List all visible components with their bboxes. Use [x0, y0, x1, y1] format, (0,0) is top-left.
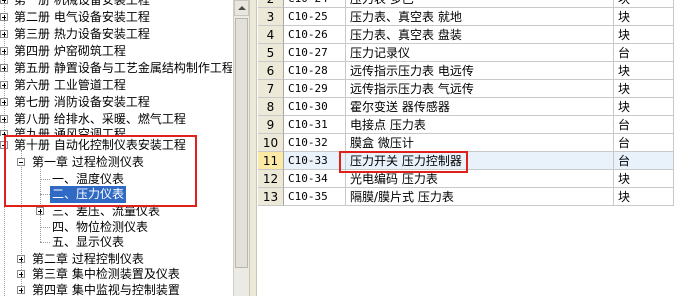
code-cell: C10-35 [284, 188, 346, 206]
quota-table: 2 C10-24 压力表 多巴 块 3 C10-25 压力表、真空表 就地 块 … [258, 0, 674, 296]
tree-item-volume-6[interactable]: 第六册 工业管道工程 [0, 77, 232, 94]
tree-item-volume-4[interactable]: 第四册 炉窑砌筑工程 [0, 43, 232, 60]
tree-item-label: 第三章 集中检测装置及仪表 [32, 267, 180, 281]
table-row[interactable]: 5 C10-27 压力记录仪 台 [258, 44, 674, 62]
table-row[interactable]: 8 C10-30 霍尔变送 器传感器 块 [258, 98, 674, 116]
table-row[interactable]: 10 C10-32 膜盒 微压计 台 [258, 134, 674, 152]
unit-cell: 台 [614, 116, 674, 134]
code-cell: C10-28 [284, 62, 346, 80]
name-cell: 压力表、真空表 盘装 [346, 26, 614, 44]
row-number: 8 [258, 98, 284, 116]
expand-icon[interactable] [0, 98, 8, 106]
tree-item-label: 第五册 静置设备与工艺金属结构制作工程 [14, 61, 232, 75]
tree-connector [40, 227, 50, 228]
unit-cell: 块 [614, 8, 674, 26]
tree-item-label: 第七册 消防设备安装工程 [14, 95, 150, 109]
code-cell: C10-30 [284, 98, 346, 116]
tree-item-chapter-4[interactable]: 第四章 集中监视与控制装置 [0, 282, 232, 296]
expand-icon[interactable] [17, 286, 25, 294]
expand-icon[interactable] [0, 0, 8, 4]
unit-cell: 块 [614, 26, 674, 44]
highlight-annotation-box [339, 151, 468, 173]
row-number: 13 [258, 188, 284, 206]
tree-item-label: 第四章 集中监视与控制装置 [32, 283, 180, 296]
unit-cell: 块 [614, 98, 674, 116]
row-number: 2 [258, 0, 284, 8]
code-cell: C10-26 [284, 26, 346, 44]
code-cell: C10-27 [284, 44, 346, 62]
name-cell: 远传指示压力表 电远传 [346, 62, 614, 80]
unit-cell: 块 [614, 170, 674, 188]
highlight-annotation-box [4, 135, 197, 207]
tree-item-volume-3[interactable]: 第三册 热力设备安装工程 [0, 26, 232, 43]
expand-icon[interactable] [0, 64, 8, 72]
table-row[interactable]: 13 C10-35 隔膜/膜片式 压力表 块 [258, 188, 674, 206]
name-cell: 压力表 多巴 [346, 0, 614, 8]
scroll-thumb[interactable] [235, 18, 248, 268]
tree-item-label: 第三册 热力设备安装工程 [14, 27, 150, 41]
name-cell: 霍尔变送 器传感器 [346, 98, 614, 116]
unit-cell: 块 [614, 0, 674, 8]
row-number: 10 [258, 134, 284, 152]
tree-item-volume-5[interactable]: 第五册 静置设备与工艺金属结构制作工程 [0, 60, 232, 77]
expand-icon[interactable] [17, 255, 25, 263]
tree-vertical-scrollbar[interactable] [233, 0, 249, 296]
tree-item-volume-1[interactable]: 第一册 机械设备安装工程 [0, 0, 232, 9]
unit-cell: 块 [614, 80, 674, 98]
table-row[interactable]: 6 C10-28 远传指示压力表 电远传 块 [258, 62, 674, 80]
table-row[interactable]: 9 C10-31 电接点 压力表 台 [258, 116, 674, 134]
unit-cell: 台 [614, 134, 674, 152]
tree-item-label: 五、显示仪表 [52, 235, 125, 249]
code-cell: C10-24 [284, 0, 346, 8]
row-number: 11 [258, 152, 284, 170]
tree-item-volume-2[interactable]: 第二册 电气设备安装工程 [0, 9, 232, 26]
code-cell: C10-32 [284, 134, 346, 152]
row-number: 6 [258, 62, 284, 80]
code-cell: C10-31 [284, 116, 346, 134]
tree-item-label: 第二册 电气设备安装工程 [14, 10, 150, 24]
table-row[interactable]: 2 C10-24 压力表 多巴 块 [258, 0, 674, 8]
tree-item-label: 第一册 机械设备安装工程 [14, 0, 150, 7]
tree-item-display[interactable]: 五、显示仪表 [0, 234, 232, 251]
row-number: 12 [258, 170, 284, 188]
expand-icon[interactable] [0, 13, 8, 21]
unit-cell: 块 [614, 188, 674, 206]
unit-cell: 块 [614, 62, 674, 80]
table-row[interactable]: 3 C10-25 压力表、真空表 就地 块 [258, 8, 674, 26]
row-number: 3 [258, 8, 284, 26]
expand-icon[interactable] [0, 115, 8, 123]
name-cell: 压力记录仪 [346, 44, 614, 62]
tree-connector [40, 242, 50, 243]
name-cell: 压力表、真空表 就地 [346, 8, 614, 26]
code-cell: C10-25 [284, 8, 346, 26]
scroll-up-arrow-icon[interactable] [234, 0, 249, 16]
table-row[interactable]: 4 C10-26 压力表、真空表 盘装 块 [258, 26, 674, 44]
unit-cell: 台 [614, 152, 674, 170]
catalog-tree: 第一册 机械设备安装工程 第二册 电气设备安装工程 第三册 热力设备安装工程 第… [0, 0, 232, 296]
row-number: 4 [258, 26, 284, 44]
code-cell: C10-33 [284, 152, 346, 170]
tree-item-volume-7[interactable]: 第七册 消防设备安装工程 [0, 94, 232, 111]
expand-icon[interactable] [17, 270, 25, 278]
code-cell: C10-29 [284, 80, 346, 98]
table-row[interactable]: 7 C10-29 远传指示压力表 气远传 块 [258, 80, 674, 98]
name-cell: 隔膜/膜片式 压力表 [346, 188, 614, 206]
panel-splitter[interactable] [249, 0, 257, 296]
expand-icon[interactable] [0, 30, 8, 38]
name-cell: 膜盒 微压计 [346, 134, 614, 152]
tree-item-label: 第六册 工业管道工程 [14, 78, 126, 92]
name-cell: 电接点 压力表 [346, 116, 614, 134]
expand-icon[interactable] [0, 81, 8, 89]
row-number: 9 [258, 116, 284, 134]
row-number: 7 [258, 80, 284, 98]
expand-icon[interactable] [0, 47, 8, 55]
tree-item-chapter-3[interactable]: 第三章 集中检测装置及仪表 [0, 266, 232, 283]
row-number: 5 [258, 44, 284, 62]
expand-icon[interactable] [36, 207, 44, 215]
unit-cell: 台 [614, 44, 674, 62]
tree-item-label: 第四册 炉窑砌筑工程 [14, 44, 126, 58]
code-cell: C10-34 [284, 170, 346, 188]
name-cell: 远传指示压力表 气远传 [346, 80, 614, 98]
